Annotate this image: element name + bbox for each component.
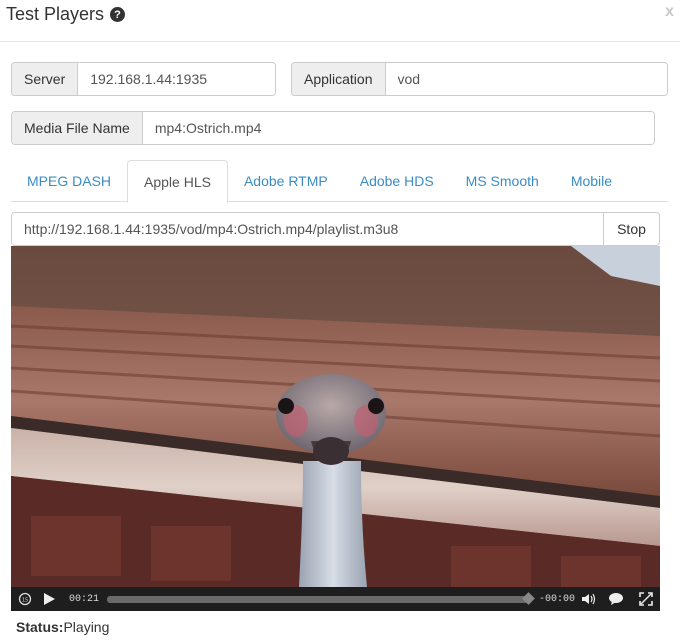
tab-adobe-rtmp[interactable]: Adobe RTMP [228, 160, 344, 202]
application-input[interactable] [385, 63, 667, 95]
captions-icon[interactable] [607, 587, 625, 611]
page-title: Test Players [6, 4, 105, 24]
fullscreen-icon[interactable] [637, 587, 655, 611]
server-group: Server [11, 62, 276, 96]
tab-apple-hls[interactable]: Apple HLS [127, 160, 228, 203]
tab-ms-smooth[interactable]: MS Smooth [450, 160, 555, 202]
modal-title: Test Players ? [6, 4, 126, 25]
application-label: Application [292, 63, 386, 95]
status-line: Status:Playing [16, 619, 109, 635]
progress-handle[interactable] [522, 592, 535, 605]
stream-url-input[interactable] [12, 213, 603, 245]
svg-text:15: 15 [22, 598, 28, 604]
status-value: Playing [63, 619, 110, 635]
question-circle-icon[interactable]: ? [110, 7, 126, 22]
rewind-icon[interactable]: 15 [17, 587, 33, 611]
media-file-label: Media File Name [12, 112, 143, 144]
remaining-time: -00:00 [539, 594, 576, 605]
elapsed-time: 00:21 [69, 594, 100, 605]
server-label: Server [12, 63, 79, 95]
video-frame-image [11, 246, 660, 587]
media-file-input[interactable] [142, 112, 654, 144]
media-file-group: Media File Name [11, 111, 655, 145]
player-tabs: MPEG DASH Apple HLS Adobe RTMP Adobe HDS… [11, 160, 668, 203]
tab-mpeg-dash[interactable]: MPEG DASH [11, 160, 127, 202]
application-group: Application [291, 62, 668, 96]
status-label: Status: [16, 619, 64, 635]
stream-url-group: Stop [11, 212, 660, 246]
play-icon[interactable] [41, 587, 57, 611]
player-controls: 15 00:21 -00:00 [11, 587, 660, 611]
close-button[interactable]: x [665, 3, 674, 21]
modal-header: Test Players ? x [0, 0, 680, 42]
progress-bar[interactable] [107, 592, 535, 605]
video-player[interactable] [11, 246, 660, 587]
tab-adobe-hds[interactable]: Adobe HDS [344, 160, 450, 202]
stop-button[interactable]: Stop [603, 213, 659, 245]
server-input[interactable] [78, 63, 275, 95]
tab-mobile[interactable]: Mobile [555, 160, 628, 202]
volume-icon[interactable] [580, 587, 598, 611]
